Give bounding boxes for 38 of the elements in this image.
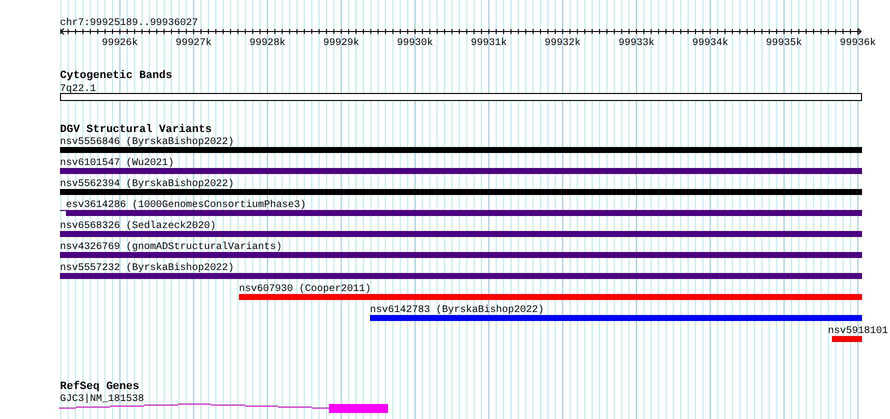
location-label: chr7:99925189..99936027: [60, 18, 198, 29]
variant-bar[interactable]: [239, 294, 862, 300]
variant-bar[interactable]: [60, 147, 862, 153]
ruler-tick-label: 99936k: [840, 38, 876, 49]
ruler-tick-label: 99930k: [397, 38, 434, 49]
ruler-tick-label: 99926k: [102, 38, 138, 49]
track-title: DGV Structural Variants: [60, 124, 212, 136]
variant-bar[interactable]: [370, 315, 862, 321]
variant-bar[interactable]: [60, 168, 862, 174]
gene-model-drawing[interactable]: [58, 404, 388, 413]
variant-label: nsv5562394 (ByrskaBishop2022): [60, 179, 234, 190]
variant-label: nsv6568326 (Sedlazeck2020): [60, 221, 216, 232]
variant-label: nsv607930 (Cooper2011): [239, 284, 372, 295]
gene-label: GJC3|NM_181538: [60, 394, 144, 405]
ruler-tick-label: 99932k: [544, 38, 581, 49]
variant-label: nsv4326769 (gnomADStructuralVariants): [60, 242, 282, 253]
variant-label: nsv6142783 (ByrskaBishop2022): [370, 305, 544, 316]
variant-label: nsv5557232 (ByrskaBishop2022): [60, 263, 234, 274]
variant-label: esv3614286 (1000GenomesConsortiumPhase3): [66, 200, 306, 211]
track-title: Cytogenetic Bands: [60, 70, 172, 82]
variant-bar[interactable]: [60, 189, 862, 195]
ruler-tick-label: 99933k: [618, 38, 654, 49]
variant-bar[interactable]: [60, 210, 862, 216]
variant-label: nsv5918101: [828, 326, 888, 337]
ruler-tick-label: 99931k: [470, 38, 507, 49]
variant-bar[interactable]: [60, 252, 862, 258]
ruler-tick-label: 99934k: [692, 38, 728, 49]
variant-bar[interactable]: [832, 336, 862, 342]
ruler-tick-label: 99935k: [766, 38, 802, 49]
ruler-tick-label: 99927k: [176, 38, 212, 49]
variant-label: nsv5556846 (ByrskaBishop2022): [60, 137, 234, 148]
ruler-tick-label: 99928k: [249, 38, 286, 49]
variant-label: nsv6101547 (Wu2021): [60, 158, 174, 169]
track-title: RefSeq Genes: [60, 381, 140, 393]
variant-bar[interactable]: [60, 273, 862, 279]
ruler-tick-label: 99929k: [323, 38, 360, 49]
cytoband-label: 7q22.1: [60, 84, 96, 95]
variant-bar[interactable]: [60, 231, 862, 237]
